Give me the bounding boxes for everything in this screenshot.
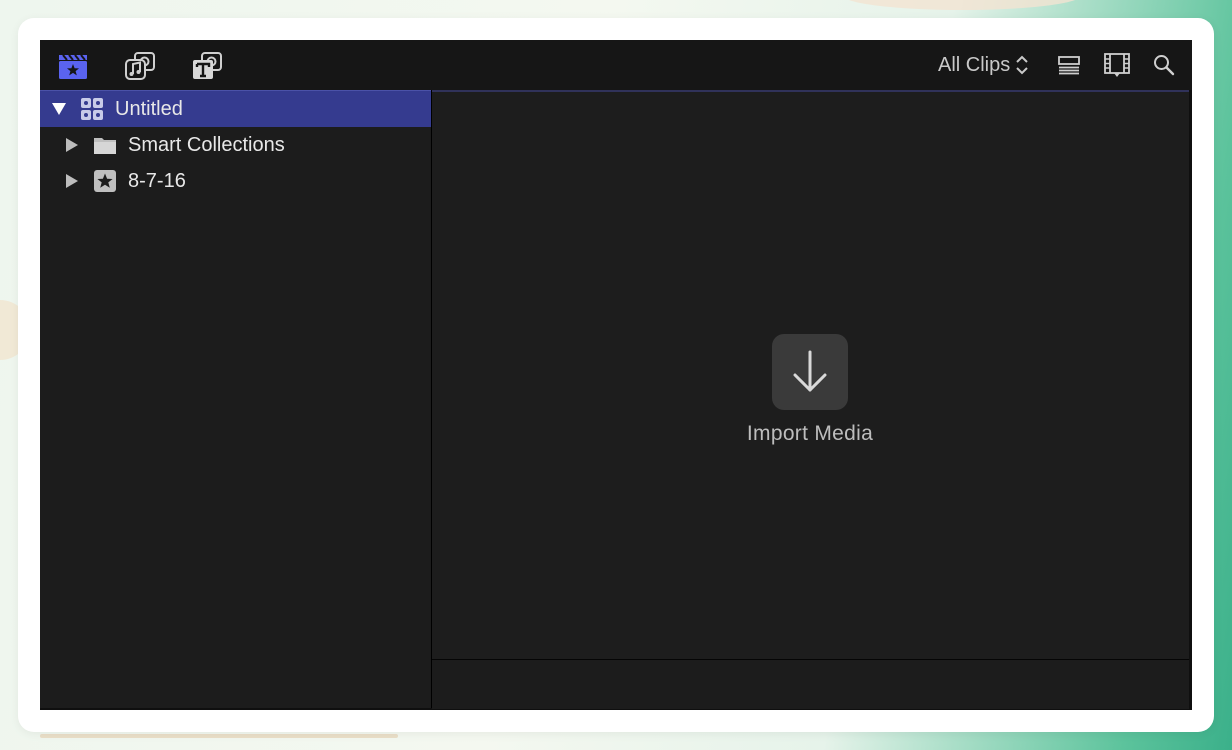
titles-icon — [193, 52, 222, 79]
download-arrow-icon — [793, 350, 827, 392]
clip-appearance-button[interactable] — [1057, 40, 1081, 90]
sidebar-item-library[interactable]: Untitled — [40, 90, 431, 127]
search-button[interactable] — [1152, 40, 1176, 90]
photos-audio-button[interactable] — [123, 50, 157, 82]
clip-browser: Import Media — [432, 90, 1189, 660]
sidebar-item-label: 8-7-16 — [128, 169, 186, 192]
disclosure-triangle-icon[interactable] — [51, 101, 67, 117]
music-photo-icon — [125, 52, 155, 80]
filmstrip-icon — [1104, 53, 1130, 77]
filmstrip-view-button[interactable] — [1103, 40, 1131, 90]
sidebar-item-label: Untitled — [115, 97, 183, 120]
library-grid-icon — [80, 97, 104, 121]
background-blob — [842, 0, 1082, 10]
search-icon — [1154, 55, 1175, 76]
import-media-label[interactable]: Import Media — [700, 422, 920, 446]
disclosure-triangle-icon[interactable] — [64, 137, 80, 153]
libraries-sidebar: Untitled Smart Collections 8-7-16 — [40, 90, 432, 708]
list-view-icon — [1058, 56, 1080, 75]
browser-toolbar: All Clips — [40, 40, 1192, 90]
sidebar-item-smart-collections[interactable]: Smart Collections — [40, 127, 431, 163]
folder-icon — [93, 133, 117, 157]
import-media-button[interactable] — [772, 334, 848, 410]
clapper-star-icon — [59, 54, 87, 79]
sort-updown-icon — [1016, 55, 1028, 75]
decorative-underline — [40, 734, 398, 738]
browser-status-bar — [432, 659, 1189, 709]
disclosure-triangle-icon[interactable] — [64, 173, 80, 189]
clip-filter-popup[interactable]: All Clips — [938, 40, 1030, 90]
browser-window: All Clips Untitled Smart Collections 8-7… — [40, 40, 1192, 710]
clip-filter-label: All Clips — [938, 53, 1011, 76]
sidebar-item-label: Smart Collections — [128, 133, 285, 156]
event-star-icon — [93, 169, 117, 193]
sidebar-item-event[interactable]: 8-7-16 — [40, 163, 431, 199]
libraries-button[interactable] — [56, 50, 90, 82]
titles-generators-button[interactable] — [190, 50, 224, 82]
